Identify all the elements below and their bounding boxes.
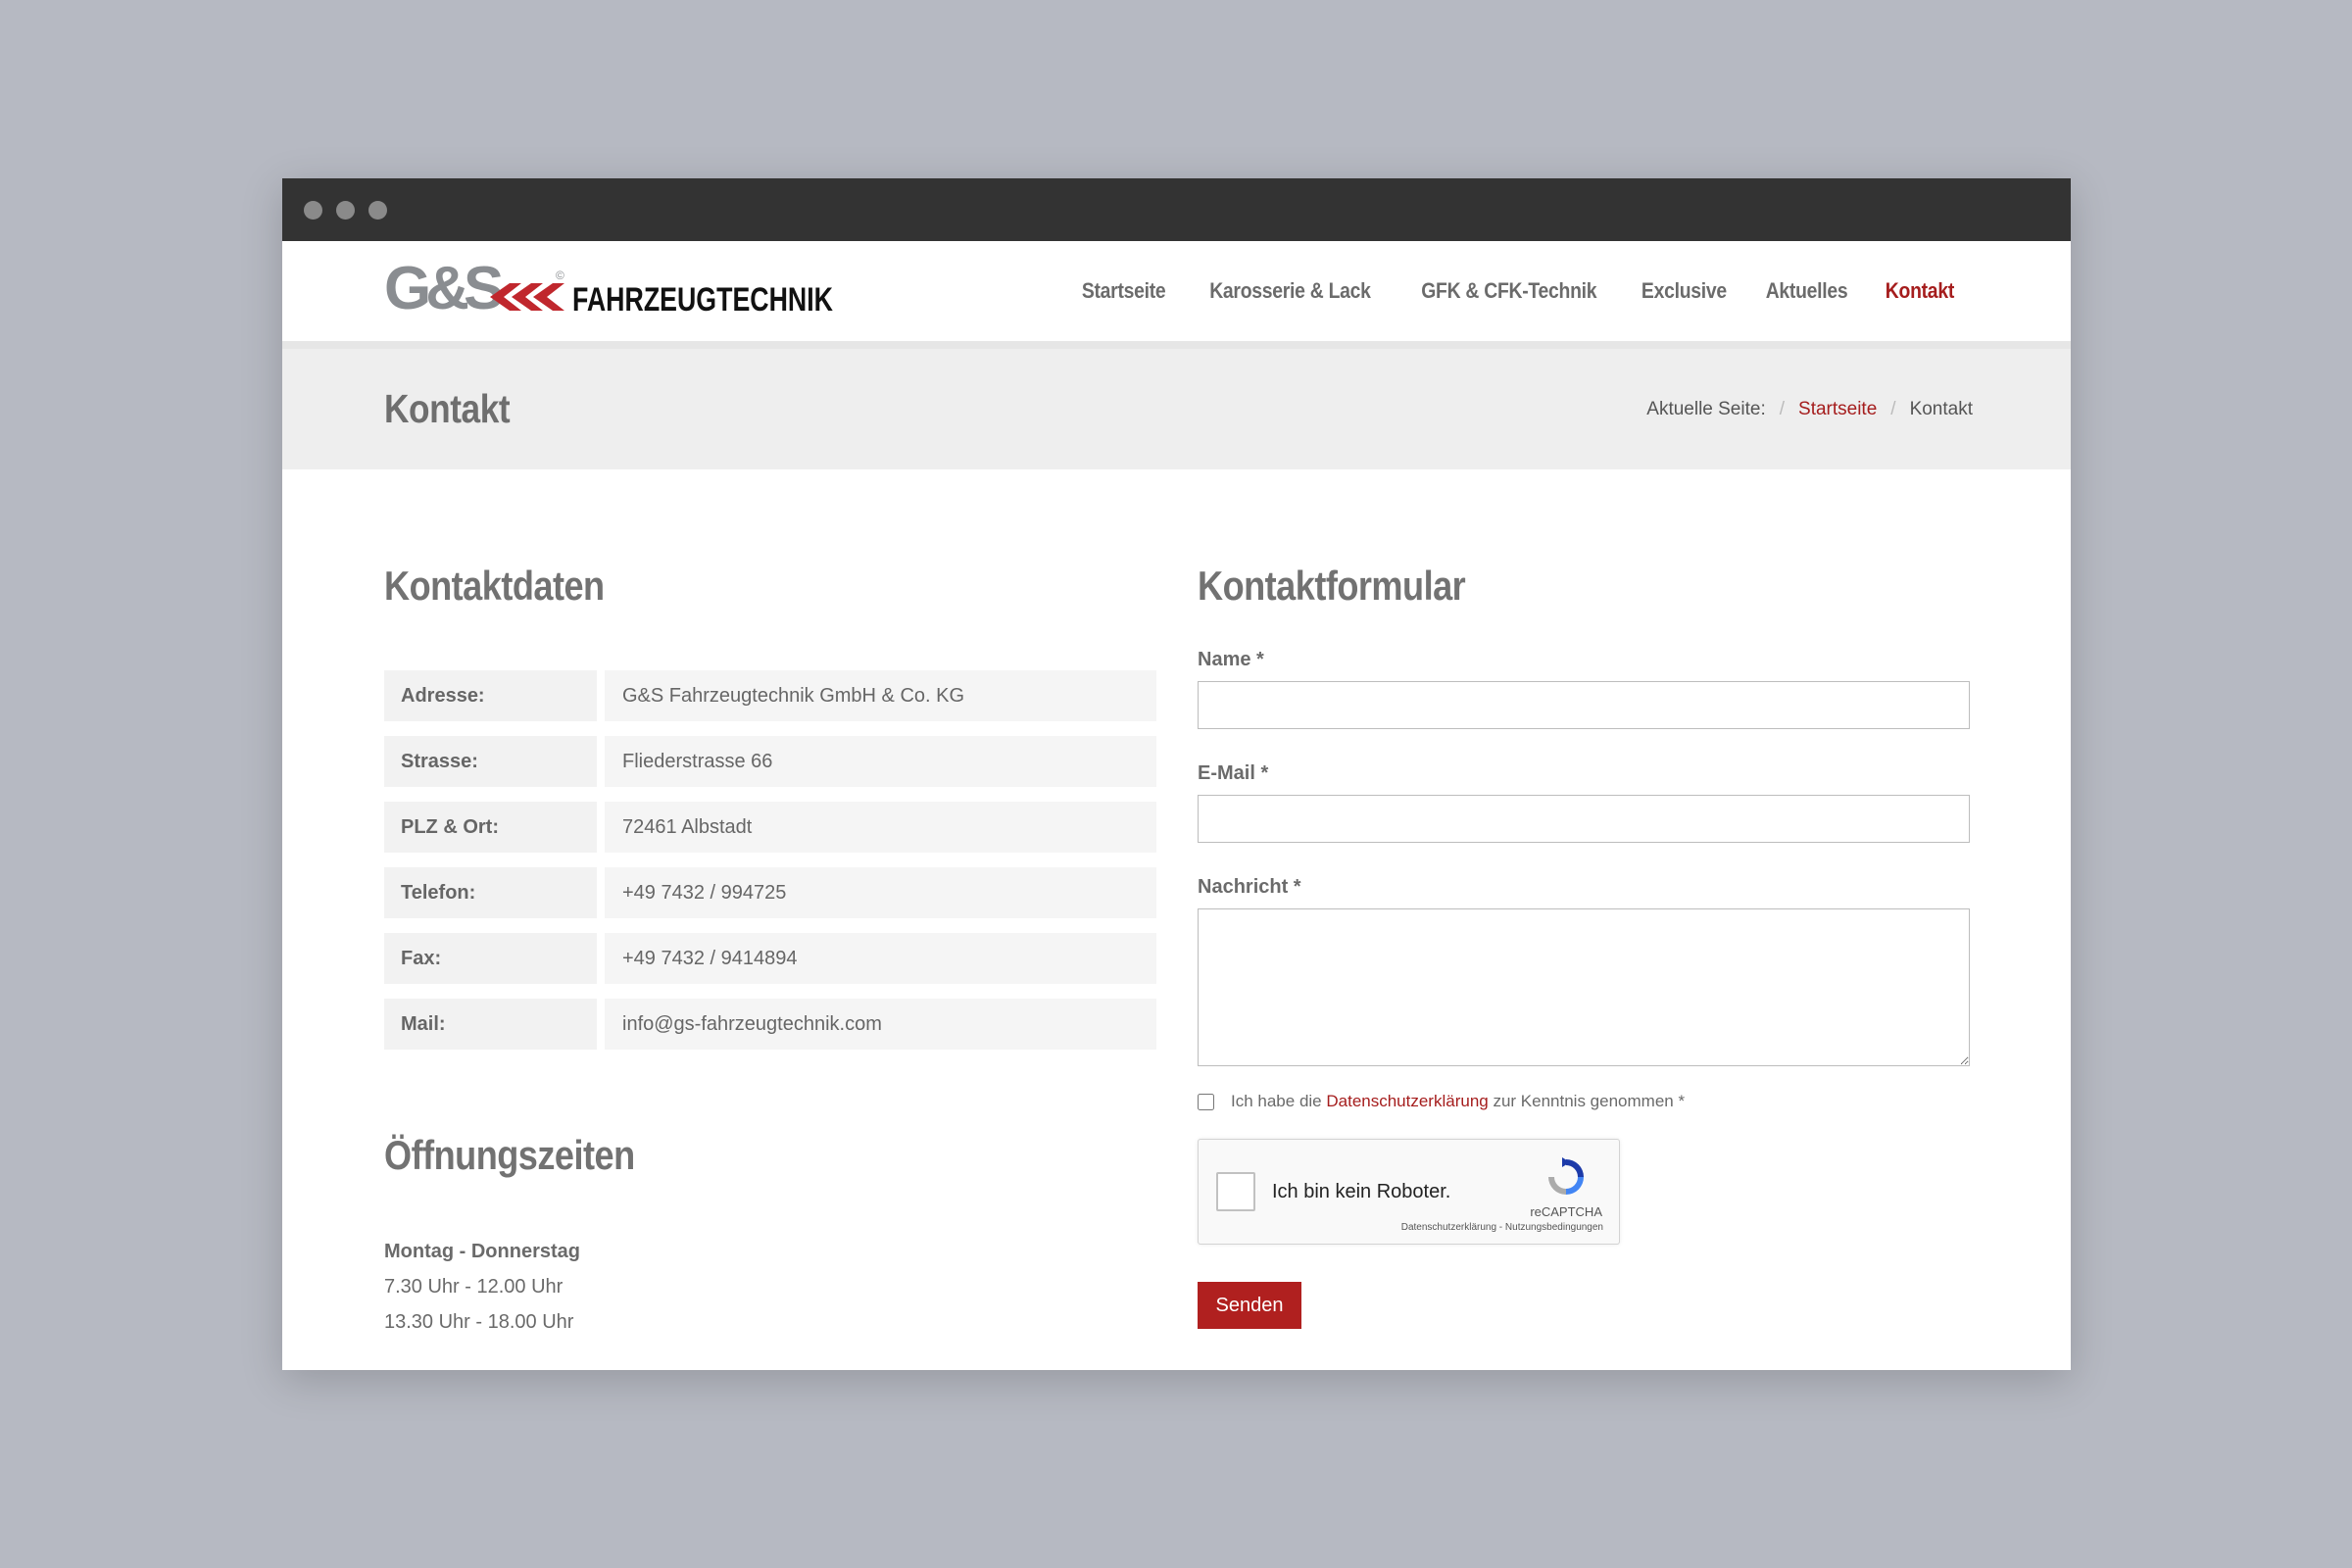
window-maximize-dot[interactable]: [368, 200, 387, 220]
breadcrumb-separator: /: [1779, 398, 1786, 419]
message-label: Nachricht *: [1198, 876, 1301, 898]
breadcrumb-home-link[interactable]: Startseite: [1798, 399, 1877, 420]
table-row: Adresse: G&S Fahrzeugtechnik GmbH & Co. …: [384, 670, 1156, 721]
nav-gfk-cfk-technik[interactable]: GFK & CFK-Technik: [1421, 278, 1596, 304]
contact-details-section: Kontaktdaten Adresse: G&S Fahrzeugtechni…: [384, 563, 1156, 1340]
row-value: 72461 Albstadt: [605, 802, 1156, 853]
message-textarea[interactable]: [1198, 908, 1970, 1066]
nav-exclusive[interactable]: Exclusive: [1642, 278, 1727, 304]
row-value: info@gs-fahrzeugtechnik.com: [605, 999, 1156, 1050]
row-value: G&S Fahrzeugtechnik GmbH & Co. KG: [605, 670, 1156, 721]
logo-symbol: ©: [556, 269, 564, 282]
logo-text: FAHRZEUGTECHNIK: [572, 281, 833, 318]
nav-karosserie-lack[interactable]: Karosserie & Lack: [1209, 278, 1371, 304]
logo-mark: G&S: [384, 262, 502, 320]
nav-aktuelles[interactable]: Aktuelles: [1766, 278, 1848, 304]
recaptcha-checkbox[interactable]: [1216, 1172, 1255, 1211]
table-row: PLZ & Ort: 72461 Albstadt: [384, 802, 1156, 853]
email-label: E-Mail *: [1198, 762, 1269, 784]
nav-startseite[interactable]: Startseite: [1081, 278, 1165, 304]
send-button[interactable]: Senden: [1198, 1282, 1301, 1329]
row-label: Mail:: [384, 999, 597, 1050]
contact-form-section: Kontaktformular Name * E-Mail * Nachrich…: [1198, 563, 1970, 1340]
recaptcha-brand: reCAPTCHA: [1530, 1204, 1602, 1219]
page-title-band: Kontakt Aktuelle Seite: / Startseite / K…: [282, 349, 2071, 469]
window-titlebar: [282, 178, 2071, 241]
opening-hours: Montag - Donnerstag 7.30 Uhr - 12.00 Uhr…: [384, 1234, 1156, 1340]
nav-kontakt[interactable]: Kontakt: [1886, 278, 1954, 304]
window-minimize-dot[interactable]: [336, 200, 355, 220]
opening-days: Montag - Donnerstag: [384, 1241, 580, 1262]
row-value: +49 7432 / 994725: [605, 867, 1156, 918]
privacy-policy-link[interactable]: Datenschutzerklärung: [1326, 1092, 1488, 1110]
consent-suffix: zur Kenntnis genommen *: [1488, 1092, 1686, 1110]
contact-form: Name * E-Mail * Nachricht * Ich habe die…: [1198, 649, 1970, 1329]
row-label: Fax:: [384, 933, 597, 984]
row-label: Adresse:: [384, 670, 597, 721]
opening-slot-morning: 7.30 Uhr - 12.00 Uhr: [384, 1276, 564, 1298]
privacy-consent-checkbox[interactable]: [1198, 1093, 1214, 1110]
row-value: Fliederstrasse 66: [605, 736, 1156, 787]
site-logo[interactable]: G&S © FAHRZEUGTECHNIK: [384, 257, 835, 325]
recaptcha-widget: Ich bin kein Roboter. reCAPTCHA Datensch…: [1198, 1139, 1620, 1245]
breadcrumb-separator: /: [1890, 398, 1896, 419]
row-label: PLZ & Ort:: [384, 802, 597, 853]
recaptcha-label: Ich bin kein Roboter.: [1272, 1181, 1451, 1202]
contact-form-title: Kontaktformular: [1198, 563, 1466, 609]
row-label: Strasse:: [384, 736, 597, 787]
gs-logo-icon: G&S © FAHRZEUGTECHNIK: [384, 262, 833, 320]
main-nav: Startseite Karosserie & Lack GFK & CFK-T…: [1076, 278, 1959, 304]
page-title: Kontakt: [384, 386, 511, 431]
contact-info-table: Adresse: G&S Fahrzeugtechnik GmbH & Co. …: [384, 670, 1156, 1050]
site-header: G&S © FAHRZEUGTECHNIK Startseite Karosse…: [282, 241, 2071, 349]
email-input[interactable]: [1198, 795, 1970, 843]
row-value: +49 7432 / 9414894: [605, 933, 1156, 984]
contact-details-title: Kontaktdaten: [384, 563, 605, 609]
breadcrumb-current: Kontakt: [1909, 398, 1973, 419]
table-row: Fax: +49 7432 / 9414894: [384, 933, 1156, 984]
table-row: Strasse: Fliederstrasse 66: [384, 736, 1156, 787]
name-input[interactable]: [1198, 681, 1970, 729]
opening-slot-afternoon: 13.30 Uhr - 18.00 Uhr: [384, 1311, 574, 1333]
main-content: Kontaktdaten Adresse: G&S Fahrzeugtechni…: [282, 469, 2071, 1340]
opening-hours-title: Öffnungszeiten: [384, 1132, 635, 1178]
window-close-dot[interactable]: [304, 200, 322, 220]
consent-prefix: Ich habe die: [1231, 1092, 1327, 1110]
table-row: Mail: info@gs-fahrzeugtechnik.com: [384, 999, 1156, 1050]
recaptcha-links[interactable]: Datenschutzerklärung - Nutzungsbedingung…: [1401, 1222, 1603, 1233]
breadcrumb-prefix: Aktuelle Seite:: [1646, 398, 1766, 419]
browser-window: G&S © FAHRZEUGTECHNIK Startseite Karosse…: [282, 178, 2071, 1370]
privacy-consent: Ich habe die Datenschutzerklärung zur Ke…: [1198, 1092, 1970, 1111]
consent-text: Ich habe die Datenschutzerklärung zur Ke…: [1231, 1092, 1685, 1111]
recaptcha-icon: [1548, 1157, 1584, 1195]
name-label: Name *: [1198, 649, 1264, 670]
breadcrumb: Aktuelle Seite: / Startseite / Kontakt: [1646, 399, 1973, 420]
table-row: Telefon: +49 7432 / 994725: [384, 867, 1156, 918]
row-label: Telefon:: [384, 867, 597, 918]
